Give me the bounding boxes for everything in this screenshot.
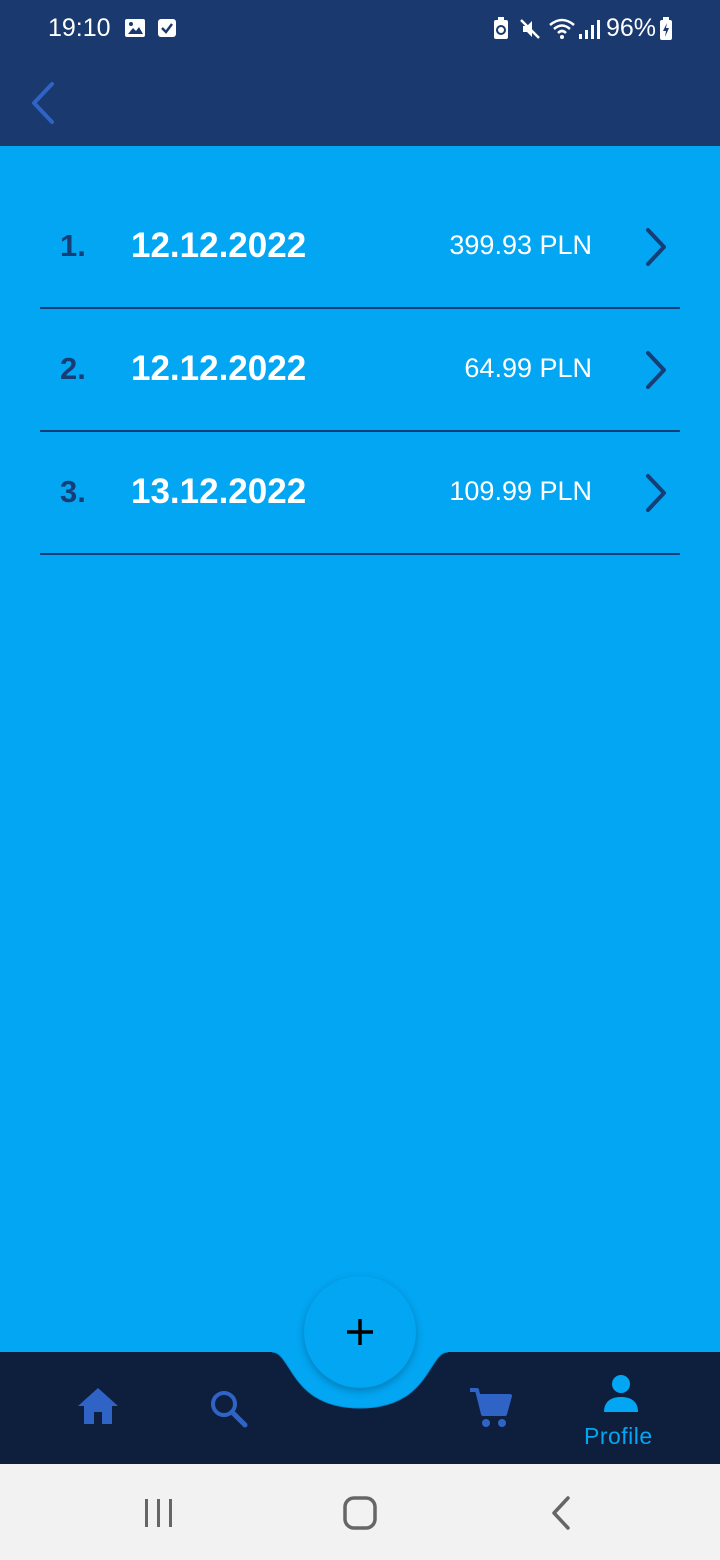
battery-charging-icon (660, 17, 672, 40)
system-back-button[interactable] (548, 1495, 576, 1536)
battery-percent: 96% (606, 14, 657, 42)
order-index: 1. (60, 228, 86, 263)
order-amount: 109.99 PLN (449, 476, 592, 506)
nav-cart[interactable] (468, 1386, 512, 1435)
status-bar: 19:10 96% (0, 0, 720, 60)
home-icon (78, 1388, 118, 1424)
chevron-right-icon (646, 228, 666, 266)
app-bar (0, 60, 720, 146)
order-row[interactable]: 1. 12.12.2022 399.93 PLN (40, 186, 680, 309)
home-circle-icon (343, 1496, 377, 1530)
signal-icon (579, 20, 600, 39)
mute-icon (520, 19, 540, 39)
chevron-left-icon (32, 82, 54, 124)
search-icon (211, 1391, 248, 1428)
home-button[interactable] (342, 1495, 378, 1536)
order-amount: 399.93 PLN (449, 230, 592, 260)
order-list: 1. 12.12.2022 399.93 PLN 2. 12.12.2022 6… (40, 186, 680, 555)
system-navigation-bar (0, 1464, 720, 1560)
order-index: 3. (60, 474, 86, 509)
cart-icon (470, 1388, 512, 1427)
wifi-icon (549, 18, 575, 39)
check-square-icon (158, 19, 176, 37)
order-row[interactable]: 3. 13.12.2022 109.99 PLN (40, 432, 680, 555)
chevron-right-icon (646, 351, 666, 389)
back-button[interactable] (24, 78, 68, 128)
chevron-right-icon (646, 474, 666, 512)
recent-apps-icon (145, 1499, 172, 1527)
nav-search[interactable] (208, 1388, 250, 1435)
nav-profile[interactable] (603, 1374, 639, 1419)
recent-apps-button[interactable] (142, 1497, 176, 1534)
order-date: 13.12.2022 (131, 472, 307, 511)
nav-profile-label: Profile (584, 1423, 653, 1449)
order-date: 12.12.2022 (131, 349, 307, 388)
battery-saver-icon (494, 17, 508, 39)
image-icon (125, 19, 145, 37)
order-index: 2. (60, 351, 86, 386)
add-button[interactable] (304, 1276, 416, 1388)
nav-home[interactable] (76, 1386, 120, 1431)
status-time: 19:10 (48, 14, 111, 42)
plus-icon (347, 1319, 373, 1345)
profile-icon (604, 1375, 638, 1412)
order-amount: 64.99 PLN (464, 353, 592, 383)
back-arrow-icon (552, 1496, 570, 1530)
order-row[interactable]: 2. 12.12.2022 64.99 PLN (40, 309, 680, 432)
order-date: 12.12.2022 (131, 226, 307, 265)
